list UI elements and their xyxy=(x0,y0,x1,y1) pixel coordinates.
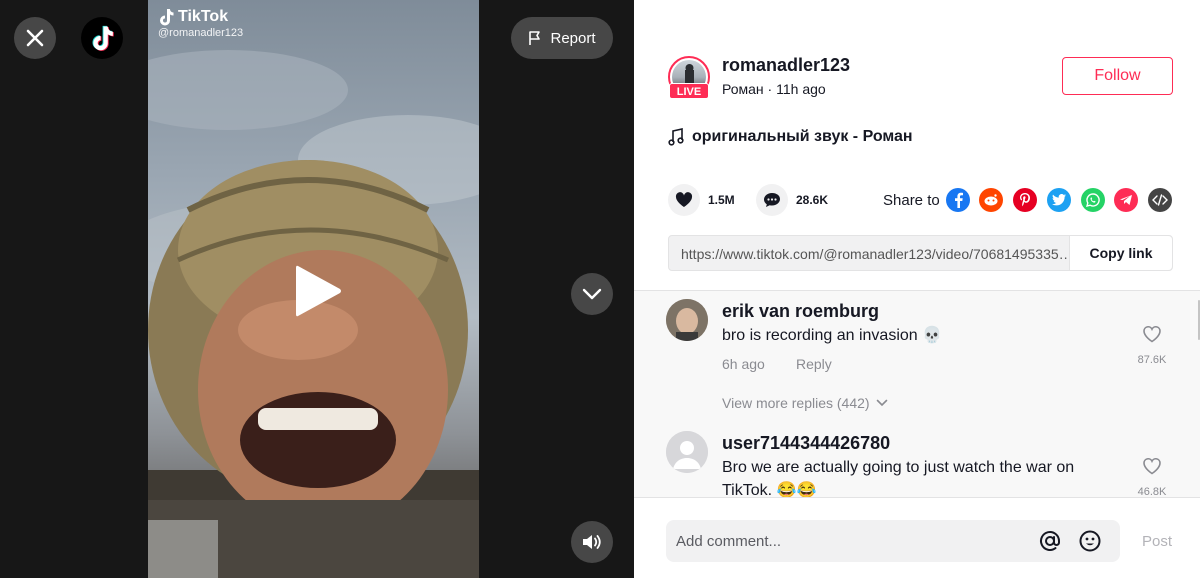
comment-count: 28.6K xyxy=(796,193,829,207)
post-time: 11h ago xyxy=(776,81,826,97)
commenter-avatar[interactable] xyxy=(666,299,708,341)
comment-text: bro is recording an invasion 💀 xyxy=(722,327,943,344)
report-button[interactable]: Report xyxy=(511,17,613,59)
comment-composer: Post xyxy=(634,497,1200,578)
heart-icon xyxy=(675,192,693,207)
play-icon[interactable] xyxy=(292,262,344,320)
share-label: Share to xyxy=(883,192,940,209)
tiktok-logo-icon xyxy=(92,25,114,51)
comment-bubble-icon xyxy=(764,193,780,207)
avatar-image xyxy=(666,299,708,341)
mention-icon[interactable] xyxy=(1038,529,1062,553)
post-button[interactable]: Post xyxy=(1142,533,1172,550)
comment-like[interactable]: 46.8K xyxy=(1134,457,1170,497)
close-button[interactable] xyxy=(14,17,56,59)
share-link-box: https://www.tiktok.com/@romanadler123/vi… xyxy=(668,235,1173,271)
tiktok-note-icon xyxy=(160,9,174,26)
comment-like[interactable]: 87.6K xyxy=(1134,325,1170,366)
facebook-icon[interactable] xyxy=(946,188,970,212)
twitter-icon[interactable] xyxy=(1047,188,1071,212)
report-label: Report xyxy=(550,29,596,47)
close-icon xyxy=(26,29,44,47)
music-note-icon xyxy=(668,128,684,146)
heart-outline-icon[interactable] xyxy=(1142,325,1162,343)
embed-icon[interactable] xyxy=(1148,188,1172,212)
comment-like-count: 87.6K xyxy=(1137,354,1167,366)
volume-icon xyxy=(583,535,601,549)
comment-input-box[interactable] xyxy=(666,520,1120,562)
author-username[interactable]: romanadler123 xyxy=(722,55,850,76)
view-more-replies-label: View more replies (442) xyxy=(722,395,870,411)
watermark-username: @romanadler123 xyxy=(158,27,244,39)
tiktok-logo-button[interactable] xyxy=(81,17,123,59)
comment-button[interactable] xyxy=(756,184,788,216)
sound-title: оригинальный звук - Роман xyxy=(692,128,913,145)
volume-button[interactable] xyxy=(571,521,613,563)
like-button[interactable] xyxy=(668,184,700,216)
tiktok-watermark: TikTok @romanadler123 xyxy=(158,8,243,39)
details-panel: LIVE romanadler123 Роман · 11h ago Follo… xyxy=(634,0,1200,578)
watermark-brand: TikTok xyxy=(178,8,229,25)
comment-time: 6h ago xyxy=(722,356,765,372)
video-player[interactable]: TikTok @romanadler123 Report xyxy=(0,0,634,578)
whatsapp-icon[interactable] xyxy=(1081,188,1105,212)
author-meta: Роман · 11h ago xyxy=(722,81,826,97)
emoji-icon[interactable] xyxy=(1078,529,1102,553)
sound-link[interactable]: оригинальный звук - Роман xyxy=(668,128,913,146)
next-video-button[interactable] xyxy=(571,273,613,315)
author-display-name: Роман xyxy=(722,81,764,97)
comment-input[interactable] xyxy=(666,520,1026,562)
commenter-avatar[interactable] xyxy=(666,431,708,473)
copy-link-button[interactable]: Copy link xyxy=(1069,236,1172,270)
like-stat[interactable]: 1.5M xyxy=(668,184,735,216)
comments-list[interactable]: erik van roemburg bro is recording an in… xyxy=(634,290,1200,497)
pinterest-icon[interactable] xyxy=(1013,188,1037,212)
comment-like-count: 46.8K xyxy=(1137,486,1167,497)
chevron-down-icon xyxy=(582,288,602,300)
heart-outline-icon[interactable] xyxy=(1142,457,1162,475)
reply-button[interactable]: Reply xyxy=(796,356,832,372)
video-url[interactable]: https://www.tiktok.com/@romanadler123/vi… xyxy=(681,246,1073,262)
commenter-name[interactable]: erik van roemburg xyxy=(722,301,879,322)
telegram-icon[interactable] xyxy=(1114,188,1138,212)
comment-text: Bro we are actually going to just watch … xyxy=(722,459,1075,497)
like-count: 1.5M xyxy=(708,193,735,207)
reddit-icon[interactable] xyxy=(979,188,1003,212)
view-more-replies[interactable]: View more replies (442) xyxy=(722,395,888,411)
commenter-name[interactable]: user7144344426780 xyxy=(722,433,890,454)
default-avatar-icon xyxy=(666,431,708,473)
live-badge: LIVE xyxy=(669,83,709,99)
follow-button[interactable]: Follow xyxy=(1062,57,1173,95)
chevron-down-icon xyxy=(876,399,887,407)
flag-icon xyxy=(529,31,541,45)
comment-stat[interactable]: 28.6K xyxy=(756,184,828,216)
meta-separator: · xyxy=(767,81,777,97)
